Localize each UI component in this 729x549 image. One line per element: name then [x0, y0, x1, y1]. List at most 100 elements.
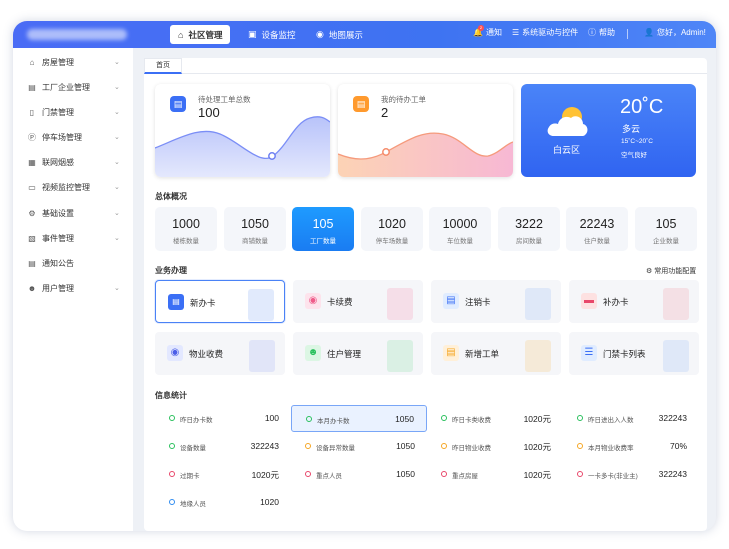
info-label: 重点人员: [316, 473, 342, 480]
overview-title: 总体概况: [155, 192, 187, 201]
info-item[interactable]: 昨日办卡数 100: [155, 405, 291, 432]
notice-label: 通知: [485, 28, 502, 37]
tab-community-management[interactable]: ⌂ 社区管理: [170, 25, 231, 44]
info-label: 过期卡: [180, 473, 200, 480]
sidebar-item-label: 用户管理: [42, 283, 74, 293]
sidebar-item-settings[interactable]: ⚙ 基础设置 ⌄: [13, 204, 133, 222]
overview-number: 1020: [378, 217, 406, 231]
sidebar-item-users[interactable]: ☻ 用户管理 ⌄: [13, 279, 133, 297]
info-item-active[interactable]: 本月办卡数 1050: [291, 405, 427, 432]
sidebar-item-house[interactable]: ⌂ 房屋管理 ⌄: [13, 53, 133, 71]
reissue-card-button[interactable]: ▬ 补办卡: [569, 280, 699, 323]
sidebar-item-video[interactable]: ▭ 视频监控管理 ⌄: [13, 178, 133, 196]
id-card-icon: ▤: [168, 294, 184, 310]
stat-value: 2: [381, 105, 389, 120]
sidebar-item-parking[interactable]: Ⓟ 停车场管理 ⌄: [13, 128, 133, 146]
info-value: 1020元: [523, 414, 551, 424]
info-item[interactable]: 昨日物业收费 1020元: [427, 433, 563, 460]
chevron-down-icon: ⌄: [114, 84, 120, 91]
overview-item[interactable]: 1050 商铺数量: [224, 207, 286, 251]
tab-device-monitoring[interactable]: ▣ 设备监控: [240, 25, 304, 44]
door-icon: ▯: [29, 107, 35, 117]
info-value: 322243: [658, 469, 687, 479]
overview-item[interactable]: 3222 房间数量: [498, 207, 560, 251]
info-item[interactable]: 地缘人员 1020: [155, 489, 291, 516]
money-bag-icon: ◉: [305, 293, 321, 309]
home-icon: ⌂: [178, 29, 184, 40]
user-icon: ☻: [27, 283, 37, 293]
stat-label: 待处理工单总数: [198, 95, 251, 104]
help-button[interactable]: ⓘ 帮助: [588, 27, 615, 38]
business-label: 新办卡: [190, 298, 216, 308]
info-value: 70%: [669, 441, 687, 451]
sidebar-item-smoke[interactable]: ▦ 联网烟感 ⌄: [13, 153, 133, 171]
user-menu[interactable]: 👤 您好，Admin!: [644, 27, 706, 38]
status-dot: [306, 416, 312, 422]
info-value: 322243: [250, 441, 279, 451]
property-fee-icon: ◉: [167, 345, 183, 361]
money-bag-watermark-icon: [387, 288, 413, 320]
todo-icon: ▤: [353, 96, 369, 112]
tab-home[interactable]: 首页: [144, 58, 182, 74]
info-item[interactable]: 一卡多卡(非业主) 322243: [563, 461, 699, 488]
sidebar-item-label: 通知公告: [42, 258, 74, 268]
sidebar-item-label: 停车场管理: [42, 132, 82, 142]
overview-item[interactable]: 1020 停车场数量: [361, 207, 423, 251]
business-label: 物业收费: [189, 349, 224, 359]
overview-label: 车位数量: [447, 238, 473, 245]
function-config-link[interactable]: ⚙ 常用功能配置: [646, 266, 696, 276]
overview-item[interactable]: 1000 楼栋数量: [155, 207, 217, 251]
event-icon: ▧: [28, 233, 36, 243]
new-card-button[interactable]: ▤ 新办卡: [155, 280, 285, 323]
info-item[interactable]: 设备异常数量 1050: [291, 433, 427, 460]
overview-item[interactable]: 105 企业数量: [635, 207, 697, 251]
sidebar-item-label: 工厂企业管理: [42, 82, 90, 92]
my-orders-card[interactable]: ▤ 我的待办工单 2: [338, 84, 513, 177]
drivers-button[interactable]: ☰ 系统驱动与控件: [512, 27, 578, 38]
renew-card-button[interactable]: ◉ 卡续费: [293, 280, 423, 323]
sidebar-item-access[interactable]: ▯ 门禁管理 ⌄: [13, 103, 133, 121]
notice-badge: 2: [478, 25, 484, 31]
info-value: 1020元: [523, 442, 551, 452]
property-fee-button[interactable]: ◉ 物业收费: [155, 332, 285, 375]
status-dot: [577, 443, 583, 449]
resident-management-button[interactable]: ☻ 住户管理: [293, 332, 423, 375]
info-item[interactable]: 设备数量 322243: [155, 433, 291, 460]
overview-label: 工厂数量: [310, 238, 336, 245]
sidebar-item-factory[interactable]: ▤ 工厂企业管理 ⌄: [13, 78, 133, 96]
access-card-list-button[interactable]: ☰ 门禁卡列表: [569, 332, 699, 375]
overview-label: 企业数量: [653, 238, 679, 245]
info-value: 1050: [396, 441, 415, 451]
overview-item[interactable]: 22243 住户数量: [566, 207, 628, 251]
overview-item-active[interactable]: 105 工厂数量: [292, 207, 354, 251]
pending-orders-card[interactable]: ▤ 待处理工单总数 100: [155, 84, 330, 177]
status-dot: [305, 471, 311, 477]
info-item[interactable]: 昨日卡类收费 1020元: [427, 405, 563, 432]
info-item[interactable]: 本月物业收费率 70%: [563, 433, 699, 460]
tab-label: 设备监控: [261, 29, 296, 40]
status-dot: [169, 471, 175, 477]
overview-number: 1000: [172, 217, 200, 231]
add-order-button[interactable]: ▤ 新增工单: [431, 332, 561, 375]
sliders-icon: ☰: [512, 28, 520, 37]
gear-icon: ⚙: [28, 208, 36, 218]
sidebar-item-notice[interactable]: ▤ 通知公告: [13, 254, 133, 272]
sidebar-item-label: 事件管理: [42, 233, 74, 243]
stat-value: 100: [198, 105, 220, 120]
function-config-label: 常用功能配置: [654, 268, 697, 275]
info-item[interactable]: 过期卡 1020元: [155, 461, 291, 488]
info-label: 设备数量: [180, 445, 206, 452]
sidebar-item-events[interactable]: ▧ 事件管理 ⌄: [13, 229, 133, 247]
business-label: 补办卡: [603, 297, 629, 307]
notice-button[interactable]: 🔔 2 通知: [473, 25, 502, 38]
cancel-card-button[interactable]: ▤ 注销卡: [431, 280, 561, 323]
info-item[interactable]: 重点房屋 1020元: [427, 461, 563, 488]
status-dot: [577, 471, 583, 477]
info-item[interactable]: 重点人员 1050: [291, 461, 427, 488]
parking-icon: Ⓟ: [28, 132, 36, 142]
tab-map-display[interactable]: ◉ 地图展示: [308, 25, 371, 44]
overview-item[interactable]: 10000 车位数量: [429, 207, 491, 251]
info-title: 信息统计: [155, 391, 187, 400]
info-item[interactable]: 昨日进出入人数 322243: [563, 405, 699, 432]
info-value: 100: [264, 413, 279, 423]
